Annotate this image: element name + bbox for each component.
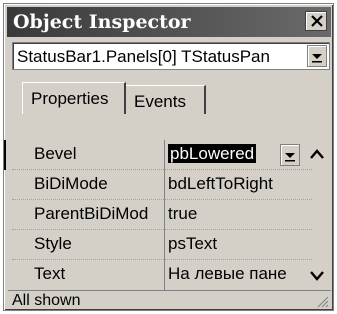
property-grid: Bevel pbLowered BiDiMode bdLeftToRight P… xyxy=(12,140,330,290)
current-row-marker xyxy=(4,140,6,170)
window-title: Object Inspector xyxy=(13,11,191,33)
close-button[interactable] xyxy=(305,11,327,31)
object-selector-dropdown-button[interactable] xyxy=(307,45,327,67)
property-name: BiDiMode xyxy=(34,174,108,193)
title-bar[interactable]: Object Inspector xyxy=(7,7,331,37)
inspector-tabs: Properties Events xyxy=(12,82,330,114)
status-bar: All shown xyxy=(8,290,331,310)
chevron-down-icon xyxy=(285,153,295,162)
status-text: All shown xyxy=(12,292,81,309)
tab-events[interactable]: Events xyxy=(126,85,206,114)
property-row-text[interactable]: Text На левые пане xyxy=(12,260,330,290)
chevron-up-icon xyxy=(310,149,324,159)
tab-properties-label: Properties xyxy=(31,89,109,108)
column-divider xyxy=(164,260,165,290)
object-selector-combo[interactable]: StatusBar1.Panels[0] TStatusPan xyxy=(12,42,330,70)
column-divider xyxy=(164,200,165,230)
property-row-parentbidimode[interactable]: ParentBiDiMod true xyxy=(12,200,330,230)
property-value[interactable]: На левые пане xyxy=(168,264,308,284)
tab-events-label: Events xyxy=(134,92,186,111)
property-name: ParentBiDiMod xyxy=(34,204,149,223)
scroll-down-button[interactable] xyxy=(308,264,326,286)
column-divider xyxy=(164,230,165,260)
property-name: Bevel xyxy=(34,144,77,163)
column-divider xyxy=(164,140,165,170)
column-divider xyxy=(164,170,165,200)
resize-grip-icon[interactable] xyxy=(315,294,329,308)
scroll-up-button[interactable] xyxy=(308,144,326,166)
property-value[interactable]: psText xyxy=(168,234,308,254)
value-dropdown-button[interactable] xyxy=(280,144,300,166)
chevron-down-icon xyxy=(312,54,322,63)
object-selector-value: StatusBar1.Panels[0] TStatusPan xyxy=(17,47,270,66)
object-inspector-window: Object Inspector StatusBar1.Panels[0] TS… xyxy=(3,3,334,311)
property-row-style[interactable]: Style psText xyxy=(12,230,330,260)
property-name: Style xyxy=(34,234,72,253)
property-name: Text xyxy=(34,264,66,283)
property-value[interactable]: true xyxy=(168,204,308,224)
property-row-bevel[interactable]: Bevel pbLowered xyxy=(12,140,330,170)
property-value-text: pbLowered xyxy=(168,144,257,163)
chevron-down-icon xyxy=(310,271,324,281)
property-row-bidimode[interactable]: BiDiMode bdLeftToRight xyxy=(12,170,330,200)
tab-properties[interactable]: Properties xyxy=(22,82,126,114)
property-value[interactable]: bdLeftToRight xyxy=(168,174,308,194)
close-icon xyxy=(311,15,323,27)
